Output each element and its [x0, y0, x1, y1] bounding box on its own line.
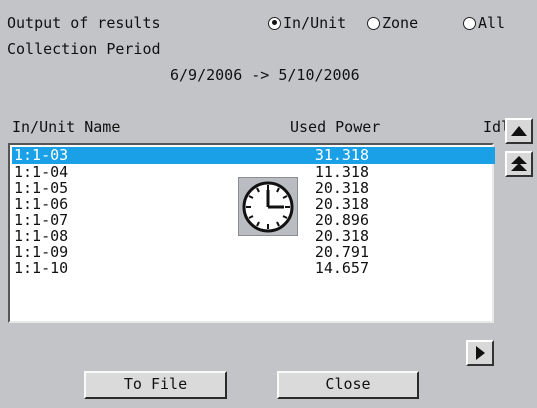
used-power-value: 11.318: [314, 163, 369, 181]
radio-in-unit[interactable]: In/Unit: [268, 14, 346, 32]
clock-icon: [242, 181, 294, 233]
used-power-value: 20.318: [314, 179, 369, 197]
to-file-button[interactable]: To File: [84, 371, 227, 399]
list-item[interactable]: 1:1-10 14.657: [12, 260, 495, 276]
column-header-used-power: Used Power: [290, 118, 381, 136]
collection-period-label: Collection Period: [7, 40, 161, 58]
column-header-name: In/Unit Name: [12, 118, 121, 136]
radio-in-unit-label: In/Unit: [283, 14, 347, 32]
radio-dot-icon: [367, 16, 380, 30]
unit-name: 1:1-04: [14, 163, 69, 181]
triangle-right-icon: [476, 346, 485, 360]
busy-clock: [238, 177, 298, 236]
double-triangle-up-icon: [511, 156, 527, 171]
used-power-value: 31.318: [314, 146, 369, 164]
used-power-value: 20.318: [314, 227, 369, 245]
collection-period-range: 6/9/2006 -> 5/10/2006: [170, 66, 360, 84]
radio-dot-icon: [268, 16, 281, 30]
unit-name: 1:1-05: [14, 179, 69, 197]
unit-name: 1:1-03: [14, 146, 69, 164]
close-button[interactable]: Close: [277, 371, 419, 399]
list-item[interactable]: 1:1-03 31.318: [12, 147, 495, 164]
radio-all-label: All: [478, 14, 506, 32]
scroll-top-button[interactable]: [505, 151, 533, 177]
used-power-value: 20.896: [314, 211, 369, 229]
used-power-value: 20.318: [314, 195, 369, 213]
used-power-value: 14.657: [314, 259, 369, 277]
output-of-results-label: Output of results: [7, 14, 161, 32]
used-power-value: 20.791: [314, 243, 369, 261]
triangle-up-icon: [511, 126, 527, 136]
radio-zone[interactable]: Zone: [367, 14, 418, 32]
scroll-up-button[interactable]: [505, 118, 533, 144]
scroll-right-button[interactable]: [466, 340, 494, 366]
radio-zone-label: Zone: [382, 14, 419, 32]
unit-name: 1:1-09: [14, 243, 69, 261]
unit-name: 1:1-10: [14, 259, 69, 277]
list-item[interactable]: 1:1-09 20.791: [12, 244, 495, 260]
unit-name: 1:1-06: [14, 195, 69, 213]
unit-name: 1:1-07: [14, 211, 69, 229]
radio-dot-icon: [463, 16, 476, 30]
radio-all[interactable]: All: [463, 14, 505, 32]
unit-name: 1:1-08: [14, 227, 69, 245]
